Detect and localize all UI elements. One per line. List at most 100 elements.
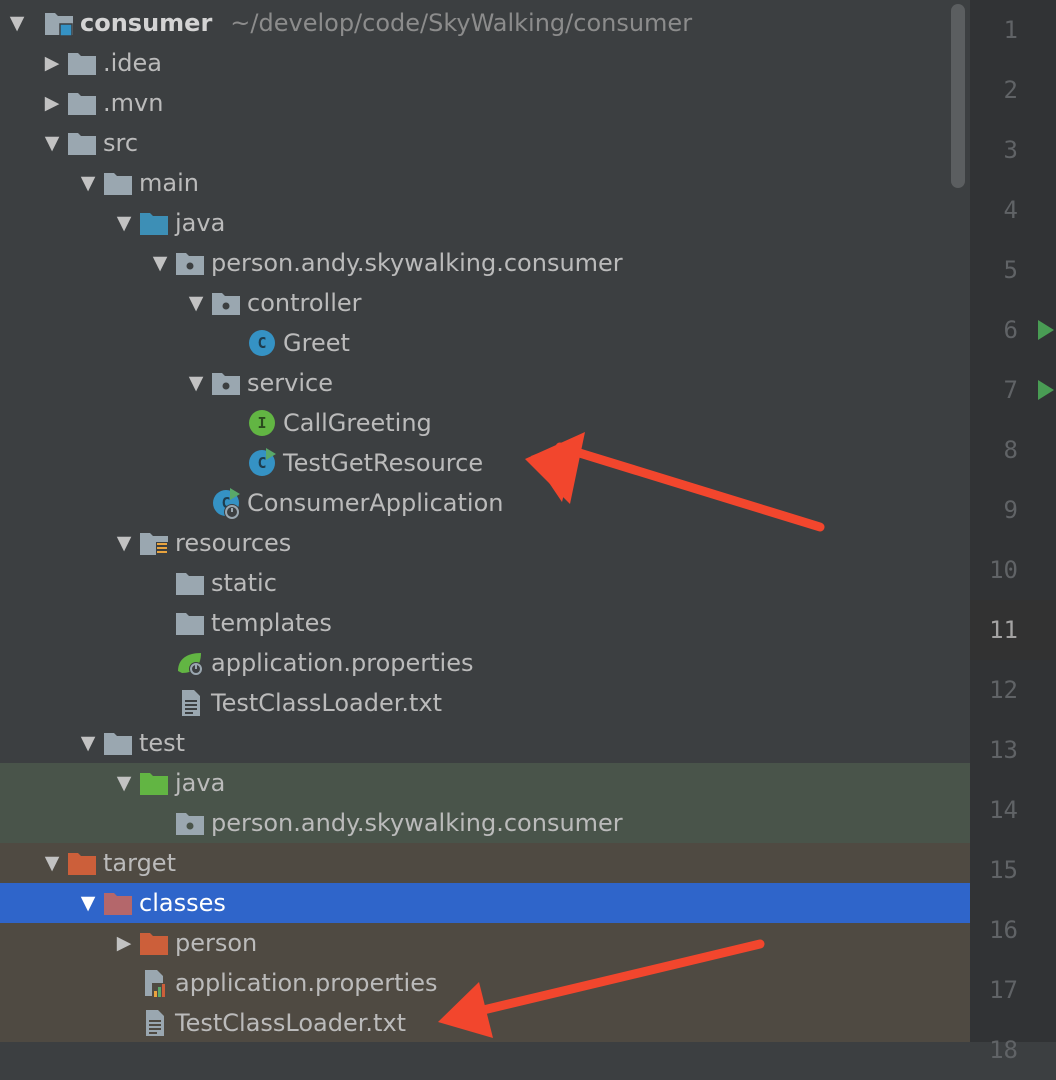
tree-item-label: .mvn [103, 89, 164, 117]
collapse-toggle-icon[interactable]: ▼ [37, 123, 67, 163]
project-path: ~/develop/code/SkyWalking/consumer [230, 9, 693, 37]
tree-item-label: java [175, 209, 226, 237]
tree-row-application-properties[interactable]: application.properties [0, 643, 970, 683]
spring-boot-class-icon: C [211, 488, 241, 520]
module-folder-icon [44, 9, 74, 37]
collapse-toggle-icon[interactable]: ▼ [2, 3, 32, 43]
line-number: 6 [1003, 316, 1018, 344]
tree-row-consumerapplication[interactable]: C ConsumerApplication [0, 483, 970, 523]
line-number: 7 [1003, 376, 1018, 404]
line-number: 9 [1003, 496, 1018, 524]
collapse-toggle-icon[interactable]: ▼ [145, 243, 175, 283]
tree-row-greet[interactable]: C Greet [0, 323, 970, 363]
vertical-scrollbar[interactable] [951, 4, 965, 188]
line-number: 12 [989, 676, 1018, 704]
runnable-class-icon: C [247, 448, 277, 477]
tree-item-label: TestClassLoader.txt [211, 689, 443, 717]
collapse-toggle-icon[interactable]: ▼ [37, 843, 67, 883]
tree-item-label: person.andy.skywalking.consumer [211, 249, 623, 277]
tree-item-label: person [175, 929, 258, 957]
properties-file-icon [139, 969, 169, 997]
tree-item-label: TestClassLoader.txt [175, 1009, 407, 1037]
tree-row-idea[interactable]: ▶ .idea [0, 43, 970, 83]
collapse-toggle-icon[interactable]: ▼ [73, 883, 103, 923]
class-icon: C [247, 329, 277, 357]
tree-item-label: person.andy.skywalking.consumer [211, 809, 623, 837]
collapse-toggle-icon[interactable]: ▼ [109, 203, 139, 243]
folder-icon [175, 569, 205, 597]
line-number: 5 [1003, 256, 1018, 284]
resources-root-folder-icon [139, 529, 169, 557]
tree-row-classes[interactable]: ▼ classes [0, 883, 970, 923]
line-number: 16 [989, 916, 1018, 944]
expand-toggle-icon[interactable]: ▶ [109, 923, 139, 963]
expand-toggle-icon[interactable]: ▶ [37, 43, 67, 83]
tree-row-testgetresource[interactable]: C TestGetResource [0, 443, 970, 483]
line-number: 13 [989, 736, 1018, 764]
line-number: 1 [1003, 16, 1018, 44]
line-number: 8 [1003, 436, 1018, 464]
tree-item-label: java [175, 769, 226, 797]
tree-row-root[interactable]: ▼ consumer ~/develop/code/SkyWalking/con… [0, 3, 970, 43]
tree-row-testclassloader[interactable]: TestClassLoader.txt [0, 683, 970, 723]
line-number: 10 [989, 556, 1018, 584]
tree-row-test-package[interactable]: person.andy.skywalking.consumer [0, 803, 970, 843]
project-name: consumer [80, 9, 213, 37]
line-number: 2 [1003, 76, 1018, 104]
tree-item-label: CallGreeting [283, 409, 432, 437]
tree-item-label: application.properties [211, 649, 474, 677]
folder-icon [67, 89, 97, 117]
package-icon [211, 369, 241, 397]
spring-properties-icon [175, 649, 205, 677]
tree-item-label: target [103, 849, 176, 877]
tree-item-label: main [139, 169, 199, 197]
run-gutter-icon[interactable] [1036, 378, 1056, 402]
line-number: 15 [989, 856, 1018, 884]
tree-row-callgreeting[interactable]: I CallGreeting [0, 403, 970, 443]
tree-item-label: src [103, 129, 139, 157]
tree-item-label: resources [175, 529, 292, 557]
tree-row-resources[interactable]: ▼ resources [0, 523, 970, 563]
tree-row-test-java[interactable]: ▼ java [0, 763, 970, 803]
tree-item-label: Greet [283, 329, 350, 357]
tree-row-main-java[interactable]: ▼ java [0, 203, 970, 243]
tree-item-label: controller [247, 289, 362, 317]
line-number: 11 [989, 616, 1018, 644]
excluded-folder-icon [67, 849, 97, 877]
expand-toggle-icon[interactable]: ▶ [37, 83, 67, 123]
tree-row-person[interactable]: ▶ person [0, 923, 970, 963]
tree-row-test[interactable]: ▼ test [0, 723, 970, 763]
tree-row-templates[interactable]: templates [0, 603, 970, 643]
tree-row-src[interactable]: ▼ src [0, 123, 970, 163]
tree-row-static[interactable]: static [0, 563, 970, 603]
folder-icon [67, 49, 97, 77]
collapse-toggle-icon[interactable]: ▼ [73, 163, 103, 203]
tree-item-label: templates [211, 609, 332, 637]
tree-item-label: ConsumerApplication [247, 489, 504, 517]
tree-row-service[interactable]: ▼ service [0, 363, 970, 403]
collapse-toggle-icon[interactable]: ▼ [181, 363, 211, 403]
text-file-icon [175, 689, 205, 717]
run-gutter-icon[interactable] [1036, 318, 1056, 342]
collapse-toggle-icon[interactable]: ▼ [73, 723, 103, 763]
folder-icon [175, 609, 205, 637]
package-icon [175, 249, 205, 277]
tree-item-label: static [211, 569, 277, 597]
tree-item-label: classes [139, 889, 226, 917]
collapse-toggle-icon[interactable]: ▼ [109, 763, 139, 803]
tree-row-package[interactable]: ▼ person.andy.skywalking.consumer [0, 243, 970, 283]
line-number: 4 [1003, 196, 1018, 224]
line-number: 14 [989, 796, 1018, 824]
tree-row-target[interactable]: ▼ target [0, 843, 970, 883]
editor-gutter: 1 2 3 4 5 6 7 8 9 10 11 12 13 14 15 16 17 18 [970, 0, 1056, 1064]
tree-item-label: TestGetResource [283, 449, 484, 477]
text-file-icon [139, 1009, 169, 1037]
collapse-toggle-icon[interactable]: ▼ [181, 283, 211, 323]
tree-row-main[interactable]: ▼ main [0, 163, 970, 203]
tree-row-controller[interactable]: ▼ controller [0, 283, 970, 323]
collapse-toggle-icon[interactable]: ▼ [109, 523, 139, 563]
tree-row-target-testclassloader[interactable]: TestClassLoader.txt [0, 1003, 970, 1042]
tree-row-mvn[interactable]: ▶ .mvn [0, 83, 970, 123]
tree-row-target-application-properties[interactable]: application.properties [0, 963, 970, 1003]
excluded-folder-icon [139, 929, 169, 957]
